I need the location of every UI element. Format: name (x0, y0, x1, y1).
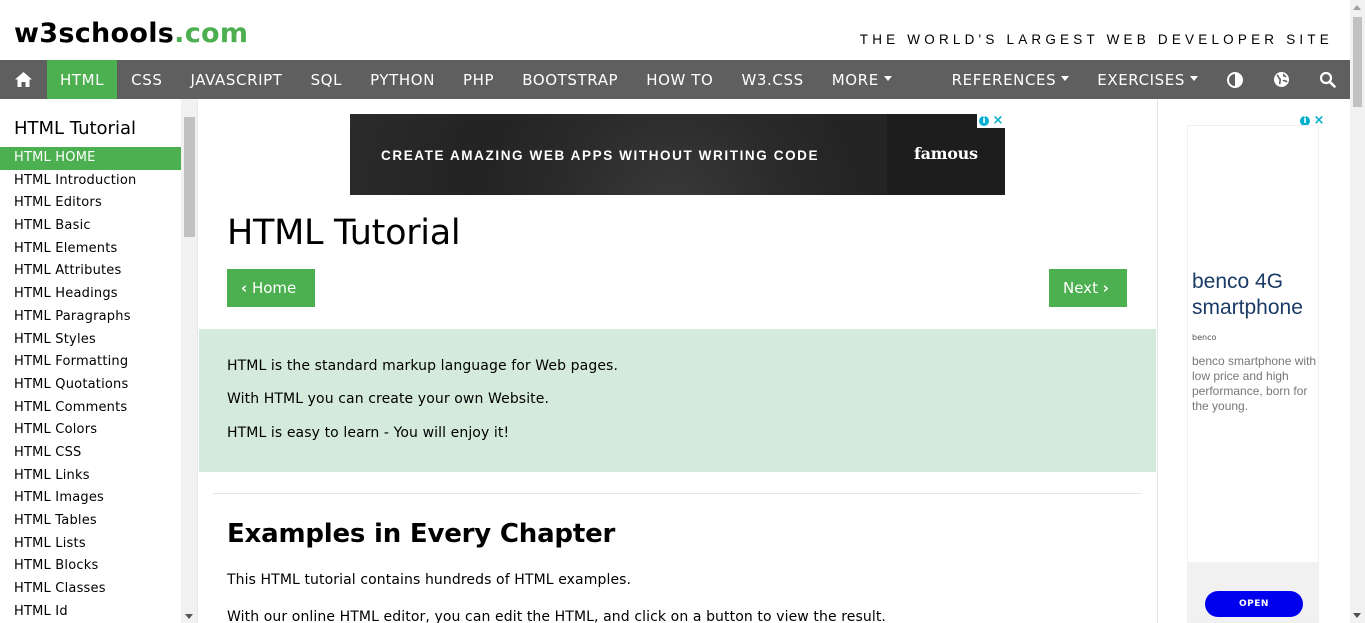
references-dropdown[interactable]: REFERENCES (938, 60, 1084, 99)
sidebar-item-html-home[interactable]: HTML HOME (0, 147, 181, 170)
scroll-up-arrow-icon[interactable] (1353, 5, 1361, 10)
sidebar-link-list: HTML HOME HTML Introduction HTML Editors… (0, 147, 181, 623)
nav-tab-sql[interactable]: SQL (297, 60, 357, 99)
sidebar-scrollbar[interactable] (181, 99, 197, 623)
home-button[interactable] (0, 60, 47, 99)
sidebar-item-html-headings[interactable]: HTML Headings (0, 283, 181, 306)
side-ad-description: benco smartphone with low price and high… (1192, 354, 1317, 413)
sidebar-item-html-css[interactable]: HTML CSS (0, 442, 181, 465)
sidebar-title: HTML Tutorial (14, 118, 136, 139)
scroll-down-arrow-icon[interactable] (185, 614, 193, 619)
home-button-label: Home (251, 279, 297, 297)
sidebar-item-html-paragraphs[interactable]: HTML Paragraphs (0, 306, 181, 329)
section-heading: Examples in Every Chapter (227, 519, 616, 549)
sidebar-item-html-editors[interactable]: HTML Editors (0, 192, 181, 215)
previous-home-button[interactable]: ‹ Home (227, 269, 315, 307)
ad-banner[interactable]: CREATE AMAZING WEB APPS WITHOUT WRITING … (350, 114, 1005, 195)
intro-paragraph: HTML is easy to learn - You will enjoy i… (227, 425, 510, 441)
globe-icon (1273, 72, 1289, 87)
ad-banner-text: CREATE AMAZING WEB APPS WITHOUT WRITING … (381, 148, 820, 163)
theme-toggle-button[interactable] (1212, 60, 1258, 99)
ad-info-icon[interactable]: i (977, 114, 991, 128)
home-icon (15, 72, 32, 87)
adchoices-badge[interactable]: i × (977, 114, 1005, 128)
next-button[interactable]: Next › (1049, 269, 1127, 307)
contrast-icon (1227, 71, 1243, 88)
nav-tab-css[interactable]: CSS (117, 60, 176, 99)
nav-right-group: REFERENCES EXERCISES (938, 60, 1350, 99)
section-divider (213, 493, 1142, 494)
nav-tab-bootstrap[interactable]: BOOTSTRAP (508, 60, 632, 99)
translate-button[interactable] (1258, 60, 1304, 99)
sidebar-item-html-formatting[interactable]: HTML Formatting (0, 351, 181, 374)
sidebar-scrollbar-thumb[interactable] (184, 117, 195, 237)
site-header: w3schools.com THE WORLD'S LARGEST WEB DE… (0, 0, 1350, 60)
caret-down-icon (1190, 76, 1198, 81)
side-ad-brand: benco (1192, 333, 1217, 342)
intro-paragraph: With HTML you can create your own Websit… (227, 391, 550, 407)
side-ad-headline[interactable]: benco 4G smartphone (1192, 269, 1318, 321)
chevron-left-icon: ‹ (241, 279, 248, 297)
sidebar-item-html-elements[interactable]: HTML Elements (0, 238, 181, 261)
nav-more-label: MORE (831, 70, 879, 89)
body-paragraph: With our online HTML editor, you can edi… (227, 609, 886, 623)
sidebar-item-html-styles[interactable]: HTML Styles (0, 329, 181, 352)
sidebar-item-html-tables[interactable]: HTML Tables (0, 510, 181, 533)
search-icon (1319, 71, 1336, 88)
sidebar-item-html-classes[interactable]: HTML Classes (0, 578, 181, 601)
sidebar-item-html-colors[interactable]: HTML Colors (0, 419, 181, 442)
nav-tab-how-to[interactable]: HOW TO (632, 60, 727, 99)
right-ad-column: i × benco 4G smartphone benco benco smar… (1157, 99, 1350, 623)
scroll-down-arrow-icon[interactable] (1353, 613, 1361, 618)
side-ad-image-area (1188, 126, 1318, 262)
search-button[interactable] (1304, 60, 1350, 99)
references-label: REFERENCES (951, 70, 1057, 89)
exercises-label: EXERCISES (1097, 70, 1185, 89)
side-ad-open-button[interactable]: OPEN (1205, 591, 1303, 617)
w3schools-logo[interactable]: w3schools.com (14, 18, 248, 49)
nav-tab-php[interactable]: PHP (449, 60, 508, 99)
caret-down-icon (883, 76, 892, 81)
main-content: CREATE AMAZING WEB APPS WITHOUT WRITING … (199, 99, 1156, 623)
nav-tab-javascript[interactable]: JAVASCRIPT (176, 60, 296, 99)
sidebar-item-html-id[interactable]: HTML Id (0, 601, 181, 623)
caret-down-icon (1061, 76, 1070, 81)
intro-paragraph: HTML is the standard markup language for… (227, 358, 618, 374)
sidebar-item-html-lists[interactable]: HTML Lists (0, 533, 181, 556)
sidebar-item-html-blocks[interactable]: HTML Blocks (0, 555, 181, 578)
nav-tab-html[interactable]: HTML (47, 60, 118, 99)
sidebar-item-html-introduction[interactable]: HTML Introduction (0, 170, 181, 193)
side-ad-card[interactable]: benco 4G smartphone benco benco smartpho… (1187, 125, 1319, 623)
nav-tab-python[interactable]: PYTHON (356, 60, 449, 99)
intro-panel: HTML is the standard markup language for… (199, 329, 1156, 472)
exercises-dropdown[interactable]: EXERCISES (1083, 60, 1212, 99)
sidebar-item-html-images[interactable]: HTML Images (0, 487, 181, 510)
sidebar-item-html-basic[interactable]: HTML Basic (0, 215, 181, 238)
left-sidebar: HTML Tutorial HTML HOME HTML Introductio… (0, 99, 198, 623)
sidebar-item-html-links[interactable]: HTML Links (0, 465, 181, 488)
top-navigation-bar: HTML CSS JAVASCRIPT SQL PYTHON PHP BOOTS… (0, 60, 1350, 99)
ad-banner-brand: famous (914, 144, 978, 163)
page-title: HTML Tutorial (227, 213, 461, 253)
ad-close-icon[interactable]: × (991, 114, 1005, 128)
site-tagline: THE WORLD'S LARGEST WEB DEVELOPER SITE (859, 32, 1333, 47)
page-scrollbar[interactable] (1350, 0, 1365, 623)
sidebar-item-html-quotations[interactable]: HTML Quotations (0, 374, 181, 397)
sidebar-item-html-attributes[interactable]: HTML Attributes (0, 260, 181, 283)
nav-tab-w3css[interactable]: W3.CSS (727, 60, 817, 99)
sidebar-item-html-comments[interactable]: HTML Comments (0, 397, 181, 420)
nav-more-dropdown[interactable]: MORE (818, 60, 906, 99)
chevron-right-icon: › (1102, 279, 1109, 297)
page-scrollbar-thumb[interactable] (1353, 17, 1362, 107)
next-button-label: Next (1063, 279, 1098, 297)
body-paragraph: This HTML tutorial contains hundreds of … (227, 572, 632, 588)
